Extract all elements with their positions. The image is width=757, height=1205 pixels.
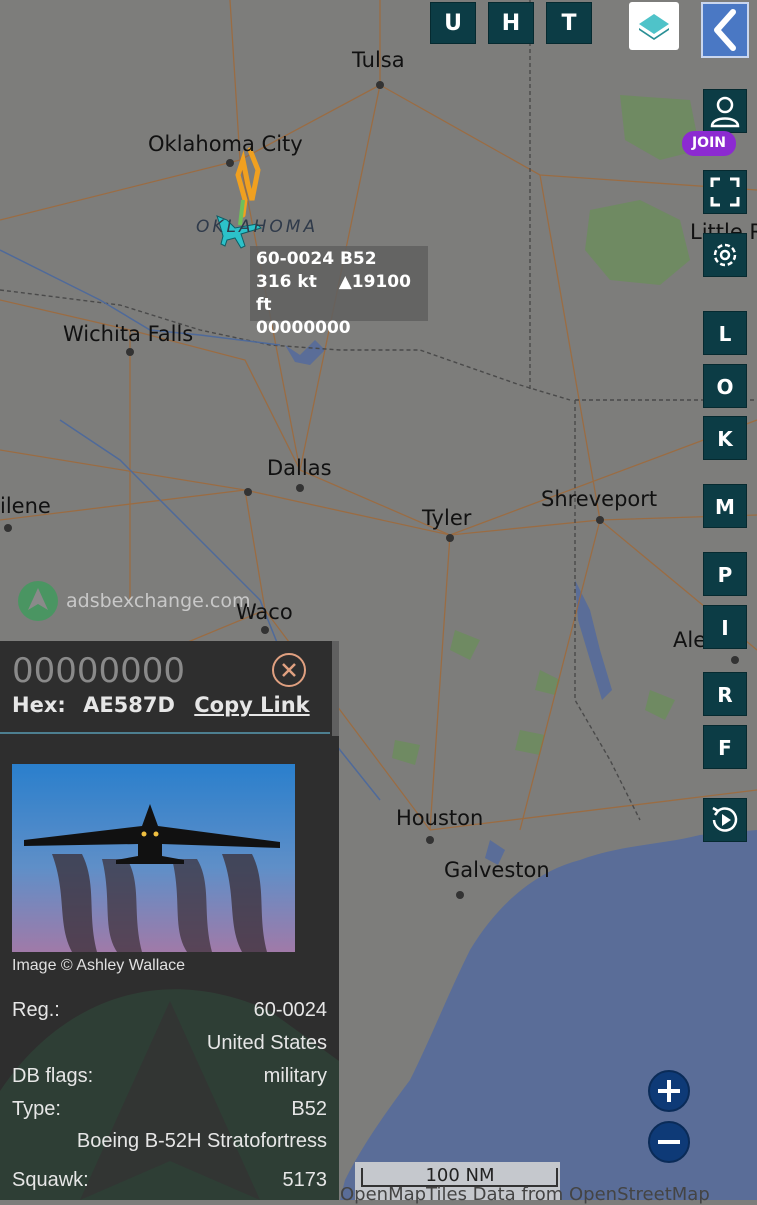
watermark-text: adsbexchange.com bbox=[66, 590, 251, 612]
minus-icon bbox=[658, 1140, 680, 1144]
zoom-in-button[interactable] bbox=[648, 1070, 690, 1112]
city-label-tulsa: Tulsa bbox=[352, 48, 405, 72]
m-button[interactable]: M bbox=[703, 484, 747, 528]
replay-button[interactable] bbox=[703, 798, 747, 842]
map-attribution: OpenMapTiles Data from OpenStreetMap bbox=[340, 1184, 710, 1205]
detail-key: Reg.: bbox=[12, 999, 60, 1021]
city-label-dallas: Dallas bbox=[267, 456, 332, 480]
chevron-left-icon bbox=[714, 9, 736, 51]
scale-label: 100 NM bbox=[425, 1165, 495, 1186]
zoom-out-button[interactable] bbox=[648, 1121, 690, 1163]
city-label-alexandria: Ale bbox=[673, 628, 707, 652]
aircraft-speed: 316 kt bbox=[256, 272, 317, 292]
aircraft-label-line1: 60-0024 B52 bbox=[256, 249, 377, 269]
aircraft-label-line3: 00000000 bbox=[256, 318, 351, 338]
panel-scrollbar[interactable] bbox=[332, 641, 339, 736]
user-icon bbox=[710, 96, 740, 128]
aircraft-label-line2: 316 kt ▲19100 ft bbox=[256, 271, 422, 317]
city-label-abilene: ilene bbox=[0, 494, 51, 518]
o-button[interactable]: O bbox=[703, 364, 747, 408]
aircraft-photo[interactable] bbox=[12, 764, 295, 952]
detail-value: United States bbox=[206, 1032, 327, 1054]
settings-button[interactable] bbox=[703, 233, 747, 277]
p-button[interactable]: P bbox=[703, 552, 747, 596]
close-icon bbox=[282, 663, 296, 677]
detail-value: military bbox=[263, 1065, 327, 1087]
state-label: OKLAHOMA bbox=[196, 217, 319, 237]
detail-value: B52 bbox=[291, 1098, 327, 1120]
layers-button[interactable] bbox=[629, 2, 679, 50]
hex-row: Hex: AE587D Copy Link bbox=[12, 693, 310, 717]
u-button[interactable]: U bbox=[430, 2, 476, 44]
detail-value: 5173 bbox=[282, 1169, 328, 1191]
fullscreen-button[interactable] bbox=[703, 170, 747, 214]
t-button[interactable]: T bbox=[546, 2, 592, 44]
plus-icon bbox=[658, 1080, 680, 1102]
detail-key: Squawk: bbox=[12, 1169, 89, 1191]
hex-value: AE587D bbox=[83, 693, 175, 717]
aircraft-label[interactable]: 60-0024 B52 316 kt ▲19100 ft 00000000 bbox=[250, 246, 428, 338]
l-button[interactable]: L bbox=[703, 311, 747, 355]
r-button[interactable]: R bbox=[703, 672, 747, 716]
h-button[interactable]: H bbox=[488, 2, 534, 44]
image-credit[interactable]: Image © Ashley Wallace bbox=[12, 957, 185, 975]
city-label-oklahoma-city: Oklahoma City bbox=[148, 132, 303, 156]
back-button[interactable] bbox=[701, 2, 749, 58]
gear-icon bbox=[713, 243, 737, 267]
detail-key: DB flags: bbox=[12, 1065, 94, 1087]
close-button[interactable] bbox=[272, 653, 306, 687]
hex-label: Hex: bbox=[12, 693, 66, 717]
callsign: 00000000 bbox=[12, 651, 186, 691]
join-badge[interactable]: JOIN bbox=[682, 131, 736, 156]
panel-divider bbox=[0, 732, 330, 734]
city-label-tyler: Tyler bbox=[422, 506, 472, 530]
k-button[interactable]: K bbox=[703, 416, 747, 460]
layers-icon bbox=[639, 14, 669, 40]
copy-link-button[interactable]: Copy Link bbox=[194, 693, 309, 717]
f-button[interactable]: F bbox=[703, 725, 747, 769]
city-label-shreveport: Shreveport bbox=[541, 487, 658, 511]
fullscreen-icon bbox=[710, 177, 740, 207]
aircraft-details-panel[interactable]: 00000000 Hex: AE587D Copy Link Image © A… bbox=[0, 641, 339, 1200]
detail-key: Type: bbox=[12, 1098, 61, 1120]
city-label-wichita-falls: Wichita Falls bbox=[63, 322, 194, 346]
account-button[interactable] bbox=[703, 89, 747, 133]
detail-value: Boeing B-52H Stratofortress bbox=[76, 1130, 327, 1152]
city-label-houston: Houston bbox=[396, 806, 484, 830]
i-button[interactable]: I bbox=[703, 605, 747, 649]
city-label-galveston: Galveston bbox=[444, 858, 550, 882]
replay-icon bbox=[712, 806, 738, 832]
detail-value: 60-0024 bbox=[253, 999, 327, 1021]
